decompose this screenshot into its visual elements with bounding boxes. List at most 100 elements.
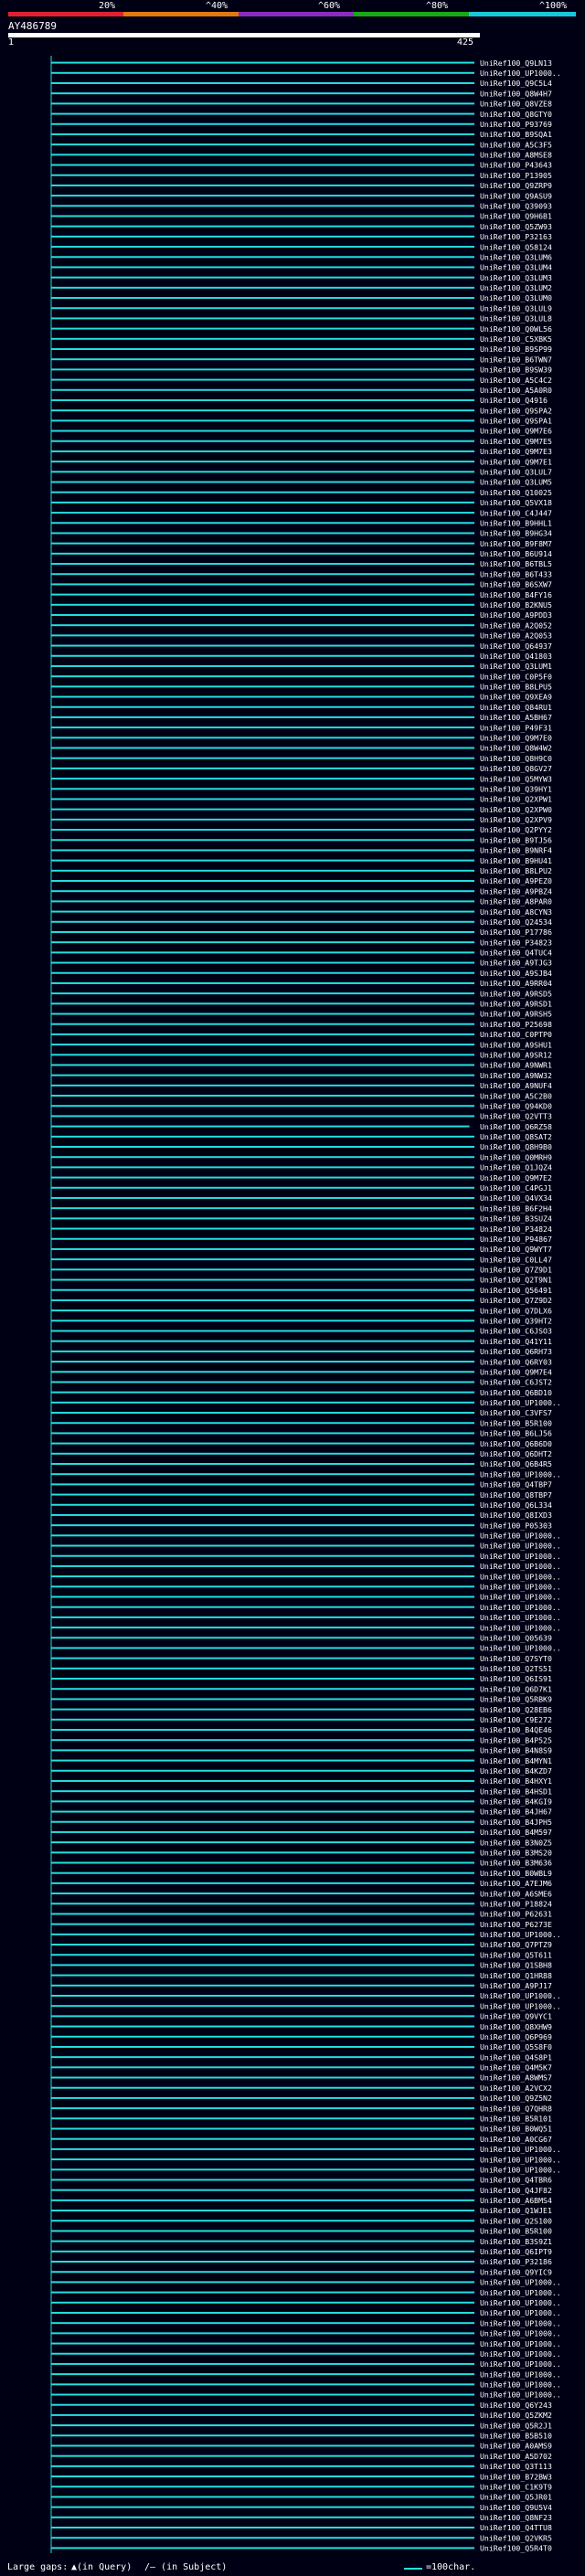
hit-label[interactable]: UniRef100_Q2XPV9 bbox=[480, 815, 552, 824]
hit-label[interactable]: UniRef100_Q7PTZ9 bbox=[480, 1940, 552, 1949]
hit-label[interactable]: UniRef100_UP1000.. bbox=[480, 2390, 561, 2400]
hit-label[interactable]: UniRef100_Q6P969 bbox=[480, 2032, 552, 2041]
hit-label[interactable]: UniRef100_Q6IPT9 bbox=[480, 2247, 552, 2256]
hit-label[interactable]: UniRef100_Q4M5K7 bbox=[480, 2063, 552, 2072]
hit-label[interactable]: UniRef100_Q6BD10 bbox=[480, 1388, 552, 1397]
hit-label[interactable]: UniRef100_P94867 bbox=[480, 1235, 552, 1244]
hit-label[interactable]: UniRef100_Q5R2J1 bbox=[480, 2421, 552, 2430]
hit-label[interactable]: UniRef100_Q39HY1 bbox=[480, 784, 552, 793]
hit-label[interactable]: UniRef100_Q41Y11 bbox=[480, 1337, 552, 1346]
hit-label[interactable]: UniRef100_UP1000.. bbox=[480, 2380, 561, 2390]
hit-label[interactable]: UniRef100_Q5RBK9 bbox=[480, 1695, 552, 1704]
hit-label[interactable]: UniRef100_Q9ZRP9 bbox=[480, 181, 552, 190]
hit-label[interactable]: UniRef100_Q9M7E1 bbox=[480, 457, 552, 466]
hit-label[interactable]: UniRef100_C0P5F0 bbox=[480, 672, 552, 681]
hit-label[interactable]: UniRef100_Q6L334 bbox=[480, 1500, 552, 1510]
hit-label[interactable]: UniRef100_A6BMS4 bbox=[480, 2196, 552, 2205]
hit-label[interactable]: UniRef100_UP1000.. bbox=[480, 1644, 561, 1653]
hit-label[interactable]: UniRef100_B3M636 bbox=[480, 1859, 552, 1868]
hit-label[interactable]: UniRef100_UP1000.. bbox=[480, 2278, 561, 2287]
hit-label[interactable]: UniRef100_A9SJB4 bbox=[480, 969, 552, 978]
hit-label[interactable]: UniRef100_Q8H9C0 bbox=[480, 754, 552, 763]
hit-label[interactable]: UniRef100_A9SHU1 bbox=[480, 1040, 552, 1049]
hit-label[interactable]: UniRef100_A8CYN3 bbox=[480, 907, 552, 917]
hit-label[interactable]: UniRef100_Q2XPW0 bbox=[480, 805, 552, 814]
hit-label[interactable]: UniRef100_B3MS20 bbox=[480, 1849, 552, 1858]
hit-label[interactable]: UniRef100_Q8IXD3 bbox=[480, 1511, 552, 1520]
hit-label[interactable]: UniRef100_A9RSD5 bbox=[480, 989, 552, 998]
hit-label[interactable]: UniRef100_B5R100 bbox=[480, 1418, 552, 1427]
hit-label[interactable]: UniRef100_Q7Z9D2 bbox=[480, 1296, 552, 1305]
hit-label[interactable]: UniRef100_B5R100 bbox=[480, 2227, 552, 2236]
hit-label[interactable]: UniRef100_UP1000.. bbox=[480, 2339, 561, 2348]
hit-label[interactable]: UniRef100_B6F2H4 bbox=[480, 1203, 552, 1213]
hit-label[interactable]: UniRef100_P25698 bbox=[480, 1020, 552, 1029]
hit-label[interactable]: UniRef100_Q58124 bbox=[480, 242, 552, 251]
hit-label[interactable]: UniRef100_C4PGJ1 bbox=[480, 1183, 552, 1193]
hit-label[interactable]: UniRef100_UP1000.. bbox=[480, 1991, 561, 2000]
hit-label[interactable]: UniRef100_P34824 bbox=[480, 1224, 552, 1234]
hit-label[interactable]: UniRef100_Q8GV27 bbox=[480, 764, 552, 773]
hit-label[interactable]: UniRef100_P32186 bbox=[480, 2257, 552, 2266]
hit-label[interactable]: UniRef100_Q9Z5N2 bbox=[480, 2094, 552, 2103]
hit-label[interactable]: UniRef100_C9E272 bbox=[480, 1715, 552, 1724]
hit-label[interactable]: UniRef100_Q5R4T0 bbox=[480, 2544, 552, 2553]
hit-label[interactable]: UniRef100_B72BW3 bbox=[480, 2472, 552, 2481]
hit-label[interactable]: UniRef100_UP1000.. bbox=[480, 2288, 561, 2297]
hit-label[interactable]: UniRef100_UP1000.. bbox=[480, 1613, 561, 1622]
hit-label[interactable]: UniRef100_Q9LN13 bbox=[480, 58, 552, 68]
hit-label[interactable]: UniRef100_UP1000.. bbox=[480, 2308, 561, 2317]
hit-label[interactable]: UniRef100_Q6B4R5 bbox=[480, 1459, 552, 1468]
hit-label[interactable]: UniRef100_B2KNU5 bbox=[480, 600, 552, 610]
hit-label[interactable]: UniRef100_Q3LUM0 bbox=[480, 293, 552, 302]
hit-label[interactable]: UniRef100_Q4916 bbox=[480, 396, 548, 405]
hit-label[interactable]: UniRef100_Q6DHT2 bbox=[480, 1449, 552, 1458]
hit-label[interactable]: UniRef100_P32163 bbox=[480, 232, 552, 241]
hit-label[interactable]: UniRef100_B3SUZ4 bbox=[480, 1214, 552, 1224]
hit-label[interactable]: UniRef100_Q24534 bbox=[480, 917, 552, 927]
hit-label[interactable]: UniRef100_B6TWN7 bbox=[480, 355, 552, 364]
hit-label[interactable]: UniRef100_A8WMS7 bbox=[480, 2073, 552, 2083]
hit-label[interactable]: UniRef100_Q1HR88 bbox=[480, 1971, 552, 1980]
hit-label[interactable]: UniRef100_Q2XPW1 bbox=[480, 795, 552, 804]
hit-label[interactable]: UniRef100_UP1000.. bbox=[480, 2145, 561, 2154]
hit-label[interactable]: UniRef100_B4M597 bbox=[480, 1828, 552, 1837]
hit-label[interactable]: UniRef100_Q2PYY2 bbox=[480, 825, 552, 834]
hit-label[interactable]: UniRef100_A5C4C2 bbox=[480, 376, 552, 385]
hit-label[interactable]: UniRef100_UP1000.. bbox=[480, 2298, 561, 2307]
hit-label[interactable]: UniRef100_B6TBL5 bbox=[480, 559, 552, 568]
hit-label[interactable]: UniRef100_Q9M7E3 bbox=[480, 447, 552, 456]
hit-label[interactable]: UniRef100_Q6RZ58 bbox=[480, 1122, 552, 1131]
hit-label[interactable]: UniRef100_C3VFS7 bbox=[480, 1408, 552, 1417]
hit-label[interactable]: UniRef100_B5R101 bbox=[480, 2115, 552, 2124]
hit-label[interactable]: UniRef100_C6JST2 bbox=[480, 1378, 552, 1387]
hit-label[interactable]: UniRef100_Q4S8P1 bbox=[480, 2052, 552, 2062]
hit-label[interactable]: UniRef100_Q9M7E4 bbox=[480, 1367, 552, 1376]
hit-label[interactable]: UniRef100_Q5S8F0 bbox=[480, 2042, 552, 2051]
hit-label[interactable]: UniRef100_Q2VTT3 bbox=[480, 1112, 552, 1121]
hit-label[interactable]: UniRef100_A2Q053 bbox=[480, 631, 552, 641]
hit-label[interactable]: UniRef100_Q1SBH8 bbox=[480, 1961, 552, 1970]
hit-label[interactable]: UniRef100_A7EJM6 bbox=[480, 1879, 552, 1888]
hit-label[interactable]: UniRef100_UP1000.. bbox=[480, 1593, 561, 1602]
hit-label[interactable]: UniRef100_B6LJ56 bbox=[480, 1429, 552, 1438]
hit-label[interactable]: UniRef100_B8LPU5 bbox=[480, 683, 552, 692]
hit-label[interactable]: UniRef100_Q9SPA1 bbox=[480, 417, 552, 426]
hit-label[interactable]: UniRef100_B9HG34 bbox=[480, 529, 552, 538]
hit-label[interactable]: UniRef100_Q10025 bbox=[480, 488, 552, 497]
hit-label[interactable]: UniRef100_UP1000.. bbox=[480, 1542, 561, 1551]
hit-label[interactable]: UniRef100_Q6Y243 bbox=[480, 2401, 552, 2410]
hit-label[interactable]: UniRef100_B4N8S9 bbox=[480, 1746, 552, 1755]
hit-label[interactable]: UniRef100_Q8VZE8 bbox=[480, 100, 552, 109]
hit-label[interactable]: UniRef100_UP1000.. bbox=[480, 2369, 561, 2379]
hit-label[interactable]: UniRef100_Q6B6D0 bbox=[480, 1439, 552, 1448]
hit-label[interactable]: UniRef100_Q4TUC4 bbox=[480, 949, 552, 958]
hit-label[interactable]: UniRef100_UP1000.. bbox=[480, 1603, 561, 1612]
hit-label[interactable]: UniRef100_A5C3F5 bbox=[480, 140, 552, 149]
hit-label[interactable]: UniRef100_A9RSH5 bbox=[480, 1010, 552, 1019]
hit-label[interactable]: UniRef100_Q3LUL8 bbox=[480, 314, 552, 323]
hit-label[interactable]: UniRef100_Q9WYT7 bbox=[480, 1245, 552, 1254]
hit-label[interactable]: UniRef100_A5A0R0 bbox=[480, 386, 552, 395]
hit-label[interactable]: UniRef100_Q9ASU9 bbox=[480, 191, 552, 200]
hit-label[interactable]: UniRef100_P17786 bbox=[480, 928, 552, 937]
